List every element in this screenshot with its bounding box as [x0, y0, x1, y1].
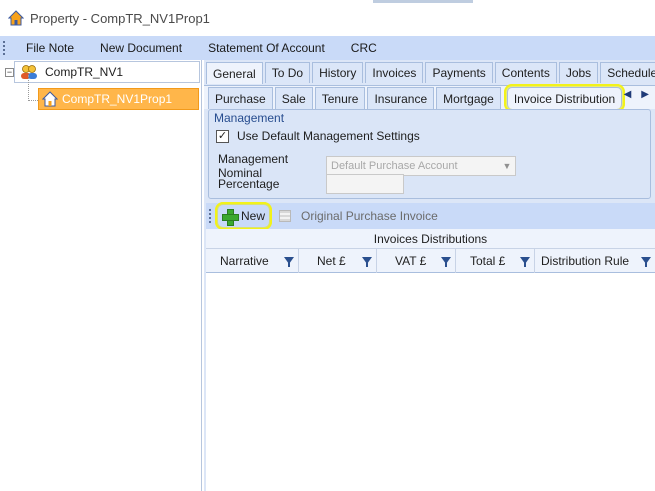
percentage-row: Percentage — [218, 174, 404, 194]
percentage-input[interactable] — [326, 174, 404, 194]
tab-insurance[interactable]: Insurance — [367, 87, 435, 109]
tab-scroll: ◀ ▶ — [624, 89, 649, 100]
collapse-icon[interactable]: − — [5, 67, 14, 77]
tab-schedules[interactable]: Schedules — [600, 62, 655, 83]
use-default-checkbox[interactable]: ✓ — [216, 129, 229, 143]
chevron-down-icon[interactable]: ▼ — [499, 161, 515, 171]
title-accent-line — [373, 0, 473, 3]
secondary-tabs: Purchase Sale Tenure Insurance Mortgage … — [204, 84, 655, 112]
tab-tenure[interactable]: Tenure — [314, 87, 366, 109]
house-icon — [42, 91, 58, 107]
filter-icon[interactable] — [284, 257, 294, 267]
tab-invoices[interactable]: Invoices — [365, 62, 424, 83]
tree-root-label: CompTR_NV1 — [45, 65, 124, 79]
house-icon — [8, 10, 24, 26]
tab-sale[interactable]: Sale — [274, 87, 313, 109]
title-bar: Property - CompTR_NV1Prop1 — [0, 0, 655, 36]
primary-tabs: General To Do History Invoices Payments … — [204, 62, 655, 84]
column-header-net[interactable]: Net £ — [299, 249, 377, 273]
tree-node-root[interactable]: − CompTR_NV1 — [5, 63, 123, 81]
use-default-row: ✓ Use Default Management Settings — [216, 129, 420, 143]
tab-invoice-distribution[interactable]: Invoice Distribution — [503, 84, 626, 112]
grid-header-row: Narrative Net £ VAT £ Total £ Distributi… — [206, 249, 655, 273]
column-header-narrative[interactable]: Narrative — [206, 249, 299, 273]
new-button[interactable]: New — [214, 202, 273, 230]
column-label: Narrative — [220, 254, 269, 268]
original-purchase-invoice-button[interactable]: Original Purchase Invoice — [301, 209, 438, 223]
column-header-vat[interactable]: VAT £ — [377, 249, 456, 273]
invoice-distribution-grid: Invoices Distributions Narrative Net £ V… — [206, 229, 655, 491]
column-label: Distribution Rule — [541, 254, 630, 268]
grip-handle[interactable] — [209, 209, 212, 223]
chevron-right-icon[interactable]: ▶ — [641, 89, 649, 100]
distribution-toolbar: New Original Purchase Invoice — [206, 202, 655, 230]
menu-statement-of-account[interactable]: Statement Of Account — [208, 41, 325, 55]
menu-bar: File Note New Document Statement Of Acco… — [0, 36, 655, 60]
chevron-left-icon[interactable]: ◀ — [624, 89, 632, 100]
column-label: Net £ — [317, 254, 346, 268]
column-header-distribution-rule[interactable]: Distribution Rule — [535, 249, 655, 273]
tab-to-do[interactable]: To Do — [264, 62, 311, 83]
tab-contents[interactable]: Contents — [494, 62, 557, 83]
tab-payments[interactable]: Payments — [425, 62, 493, 83]
menu-file-note[interactable]: File Note — [26, 41, 74, 55]
tab-mortgage[interactable]: Mortgage — [436, 87, 501, 109]
tab-general[interactable]: General — [206, 62, 263, 84]
nominal-value: Default Purchase Account — [331, 160, 458, 172]
filter-icon[interactable] — [641, 257, 651, 267]
invoice-list-icon — [279, 210, 292, 222]
plus-icon — [222, 208, 239, 226]
menu-crc[interactable]: CRC — [351, 41, 377, 55]
management-heading: Management — [214, 111, 285, 125]
column-label: Total £ — [470, 254, 506, 268]
tab-history[interactable]: History — [312, 62, 364, 83]
management-group: Management ✓ Use Default Management Sett… — [208, 109, 651, 199]
tree-child-label: CompTR_NV1Prop1 — [62, 92, 173, 106]
percentage-label: Percentage — [218, 177, 280, 191]
tab-jobs[interactable]: Jobs — [558, 62, 599, 83]
window-title: Property - CompTR_NV1Prop1 — [30, 10, 210, 26]
column-label: VAT £ — [395, 254, 427, 268]
new-button-label: New — [241, 209, 266, 223]
filter-icon[interactable] — [362, 257, 372, 267]
tree-node-child-selected[interactable]: CompTR_NV1Prop1 — [38, 88, 199, 110]
main-panel: General To Do History Invoices Payments … — [204, 60, 655, 491]
filter-icon[interactable] — [520, 257, 530, 267]
use-default-label: Use Default Management Settings — [237, 129, 420, 143]
tab-purchase[interactable]: Purchase — [208, 87, 273, 109]
nominal-select[interactable]: Default Purchase Account ▼ — [326, 156, 516, 176]
grid-caption: Invoices Distributions — [206, 229, 655, 249]
menu-new-document[interactable]: New Document — [100, 41, 182, 55]
column-header-total[interactable]: Total £ — [456, 249, 535, 273]
filter-icon[interactable] — [441, 257, 451, 267]
grip-handle[interactable] — [3, 41, 6, 55]
property-tree: − CompTR_NV1 CompTR_NV1Prop1 — [0, 60, 202, 491]
